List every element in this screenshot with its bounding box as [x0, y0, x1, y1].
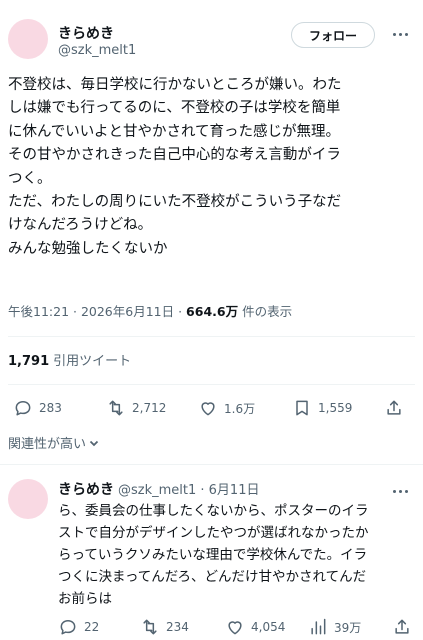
quote-label: 引用ツイート — [53, 354, 132, 369]
views-button[interactable]: 39万 — [308, 617, 361, 637]
reply-action-bar: 22 234 4,054 39万 — [0, 617, 423, 640]
divider — [8, 336, 415, 337]
divider — [8, 384, 415, 385]
more-options-icon[interactable] — [391, 28, 409, 40]
divider — [0, 464, 423, 465]
share-icon — [387, 400, 401, 415]
reply-button[interactable]: 22 — [58, 617, 99, 637]
post-meta: 午後11:21 · 2026年6月11日 · 664.6万 件の表示 — [8, 301, 292, 320]
follow-button[interactable]: フォロー — [291, 22, 375, 48]
quote-tweets-link[interactable]: 1,791 引用ツイート — [8, 350, 131, 369]
post-text: 不登校は、毎日学校に行かないところが嫌い。わた しは嫌でも行ってるのに、不登校の… — [8, 77, 342, 257]
share-button[interactable] — [392, 617, 412, 637]
post-header: きらめき @szk_melt1 フォロー — [0, 0, 423, 70]
repost-count: 2,712 — [132, 401, 167, 415]
like-count: 1.6万 — [224, 401, 256, 416]
bookmark-icon — [296, 400, 308, 416]
views-count: 39万 — [334, 620, 362, 635]
reply-button[interactable]: 283 — [13, 398, 62, 418]
heart-icon — [201, 402, 215, 416]
analytics-icon — [311, 618, 326, 635]
sort-replies-dropdown[interactable]: 関連性が高い — [8, 433, 100, 452]
reply-item[interactable]: きらめき @szk_melt1 · 6月11日 ら、委員会の仕事したくないから、ポ… — [0, 467, 423, 640]
reply-count: 283 — [39, 401, 62, 415]
post-action-bar: 283 2,712 1.6万 1,559 — [0, 398, 423, 422]
reply-author-handle[interactable]: @szk_melt1 · 6月11日 — [118, 483, 259, 498]
repost-button[interactable]: 2,712 — [106, 398, 166, 418]
heart-icon — [228, 621, 242, 635]
quote-count: 1,791 — [8, 354, 50, 369]
like-button[interactable]: 1.6万 — [198, 398, 255, 418]
repost-count: 234 — [166, 620, 189, 634]
repost-icon — [143, 619, 157, 635]
share-button[interactable] — [384, 398, 404, 418]
reply-author-name[interactable]: きらめき — [58, 482, 114, 498]
reply-header: きらめき @szk_melt1 · 6月11日 — [58, 479, 259, 499]
views-label: 件の表示 — [238, 304, 293, 319]
bookmark-button[interactable]: 1,559 — [292, 398, 352, 418]
repost-button[interactable]: 234 — [140, 617, 189, 637]
avatar[interactable] — [8, 479, 48, 519]
reply-icon — [60, 620, 76, 635]
author-handle[interactable]: @szk_melt1 — [58, 43, 136, 58]
author-name[interactable]: きらめき — [58, 23, 114, 43]
reply-icon — [15, 401, 31, 416]
bookmark-count: 1,559 — [318, 401, 353, 415]
views-count: 664.6万 — [186, 304, 239, 319]
more-options-icon[interactable] — [391, 485, 409, 497]
reply-text: ら、委員会の仕事したくないから、ポスターのイラ ストで自分がデザインしたやつが選… — [58, 503, 369, 607]
like-button[interactable]: 4,054 — [225, 617, 285, 637]
reply-count: 22 — [84, 620, 100, 634]
avatar[interactable] — [8, 19, 48, 59]
timestamp[interactable]: 午後11:21 · 2026年6月11日 · — [8, 304, 186, 319]
like-count: 4,054 — [251, 620, 286, 634]
share-icon — [395, 619, 409, 634]
chevron-down-icon — [89, 440, 99, 446]
repost-icon — [109, 400, 123, 416]
sort-label: 関連性が高い — [8, 437, 87, 452]
